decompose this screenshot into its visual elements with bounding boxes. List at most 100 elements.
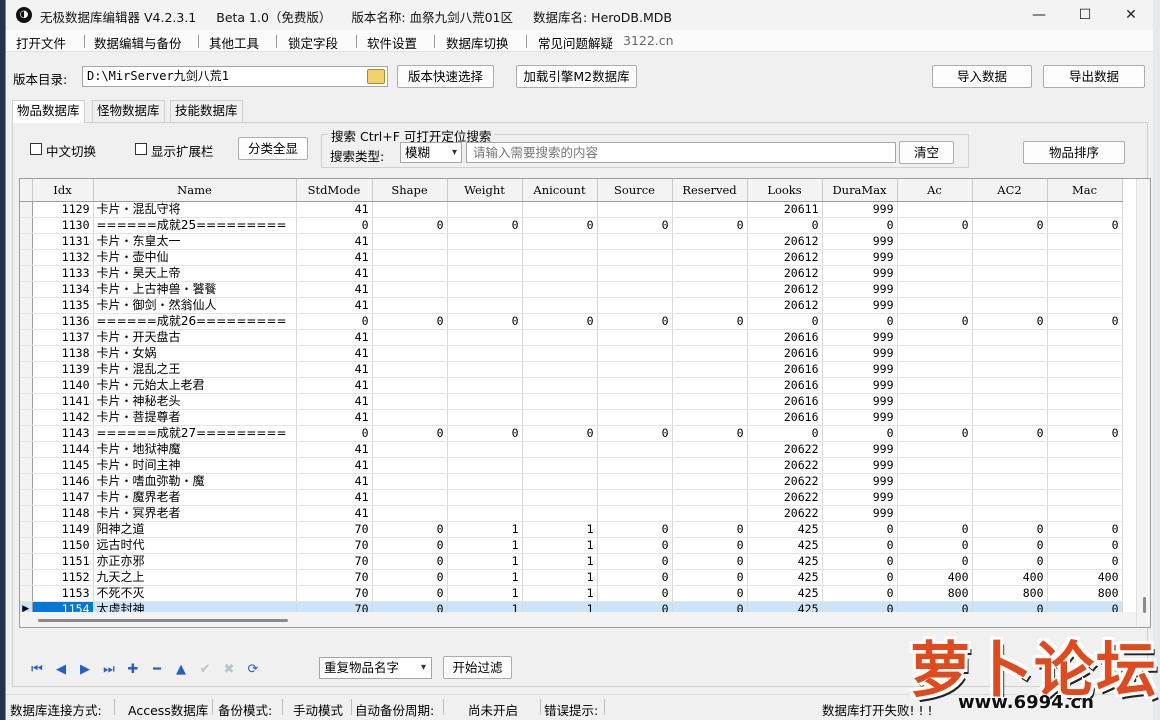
table-cell[interactable] — [522, 441, 598, 458]
table-row[interactable]: 1149 阳神之道 70 0 1 1 0 0 425 0 0 0 0 — [20, 521, 1123, 538]
row-indicator[interactable] — [20, 361, 33, 378]
table-cell[interactable] — [372, 489, 448, 506]
table-cell[interactable]: 0 — [822, 585, 898, 602]
table-row[interactable]: 1131 卡片・东皇太一 41 20612 999 — [20, 233, 1123, 250]
table-cell[interactable] — [972, 473, 1048, 490]
import-button[interactable]: 导入数据 — [932, 65, 1032, 88]
table-cell[interactable]: 0 — [747, 425, 823, 442]
table-cell[interactable]: 999 — [822, 409, 898, 426]
table-cell[interactable] — [597, 201, 673, 218]
table-cell[interactable]: 0 — [672, 217, 748, 234]
table-cell[interactable]: 1140 — [32, 377, 94, 394]
table-cell[interactable]: 卡片・神秘老头 — [93, 393, 297, 410]
table-cell[interactable]: 卡片・时间主神 — [93, 457, 297, 474]
table-cell[interactable]: 1143 — [32, 425, 94, 442]
table-row[interactable]: 1148 卡片・冥界老者 41 20622 999 — [20, 505, 1123, 522]
table-cell[interactable] — [597, 457, 673, 474]
table-cell[interactable] — [1047, 361, 1123, 378]
table-cell[interactable] — [972, 409, 1048, 426]
table-cell[interactable] — [897, 505, 973, 522]
table-cell[interactable] — [1047, 473, 1123, 490]
table-cell[interactable] — [972, 201, 1048, 218]
table-cell[interactable]: 20612 — [747, 233, 823, 250]
table-cell[interactable] — [447, 329, 523, 346]
row-indicator[interactable] — [20, 537, 33, 554]
table-cell[interactable]: 41 — [296, 505, 373, 522]
table-cell[interactable] — [972, 393, 1048, 410]
table-cell[interactable]: 41 — [296, 201, 373, 218]
table-cell[interactable] — [597, 281, 673, 298]
row-indicator[interactable] — [20, 585, 33, 602]
table-cell[interactable]: 20622 — [747, 473, 823, 490]
table-cell[interactable] — [372, 329, 448, 346]
table-cell[interactable]: 1152 — [32, 569, 94, 586]
table-cell[interactable]: 999 — [822, 297, 898, 314]
column-header[interactable]: Ac — [897, 179, 973, 202]
table-cell[interactable]: 0 — [597, 521, 673, 538]
table-cell[interactable] — [897, 377, 973, 394]
table-cell[interactable]: 999 — [822, 377, 898, 394]
table-cell[interactable]: 卡片・御剑・然翁仙人 — [93, 297, 297, 314]
table-cell[interactable] — [897, 201, 973, 218]
table-cell[interactable] — [372, 473, 448, 490]
table-cell[interactable]: 20612 — [747, 265, 823, 282]
table-cell[interactable] — [522, 201, 598, 218]
table-cell[interactable]: 0 — [672, 537, 748, 554]
table-row[interactable]: 1140 卡片・元始太上老君 41 20616 999 — [20, 377, 1123, 394]
table-cell[interactable]: 41 — [296, 297, 373, 314]
table-cell[interactable]: 0 — [672, 569, 748, 586]
table-cell[interactable]: 999 — [822, 345, 898, 362]
table-cell[interactable] — [372, 393, 448, 410]
table-cell[interactable] — [672, 489, 748, 506]
table-cell[interactable]: 20616 — [747, 393, 823, 410]
dir-input[interactable]: D:\MirServer九剑八荒1 — [82, 66, 388, 87]
table-cell[interactable]: 1131 — [32, 233, 94, 250]
table-cell[interactable] — [1047, 265, 1123, 282]
table-cell[interactable] — [897, 393, 973, 410]
table-cell[interactable]: ======成就26========= — [93, 313, 297, 330]
table-cell[interactable] — [447, 457, 523, 474]
table-cell[interactable] — [1047, 281, 1123, 298]
table-cell[interactable]: 999 — [822, 393, 898, 410]
row-indicator[interactable] — [20, 521, 33, 538]
table-cell[interactable]: 1136 — [32, 313, 94, 330]
table-cell[interactable]: 1145 — [32, 457, 94, 474]
table-cell[interactable]: 0 — [822, 521, 898, 538]
menu-db-switch[interactable]: 数据库切换 — [446, 33, 509, 52]
table-cell[interactable] — [1047, 457, 1123, 474]
table-cell[interactable]: 0 — [372, 313, 448, 330]
table-cell[interactable] — [522, 393, 598, 410]
table-cell[interactable]: 1147 — [32, 489, 94, 506]
menu-site-link[interactable]: 3122.cn — [623, 33, 674, 48]
menu-settings[interactable]: 软件设置 — [367, 33, 417, 52]
table-cell[interactable]: 0 — [597, 217, 673, 234]
table-cell[interactable]: 0 — [972, 217, 1048, 234]
table-row[interactable]: 1132 卡片・壶中仙 41 20612 999 — [20, 249, 1123, 266]
table-cell[interactable] — [897, 249, 973, 266]
table-row[interactable]: 1141 卡片・神秘老头 41 20616 999 — [20, 393, 1123, 410]
table-cell[interactable]: 1150 — [32, 537, 94, 554]
prior-icon[interactable]: ◀ — [52, 661, 70, 679]
refresh-icon[interactable]: ⟳ — [244, 661, 262, 679]
table-cell[interactable] — [672, 297, 748, 314]
table-cell[interactable]: 阳神之道 — [93, 521, 297, 538]
last-icon[interactable]: ⏭ — [100, 661, 118, 679]
close-button[interactable]: ✕ — [1108, 0, 1153, 30]
table-cell[interactable]: 卡片・冥界老者 — [93, 505, 297, 522]
table-cell[interactable]: 1 — [522, 553, 598, 570]
table-cell[interactable]: 0 — [1047, 217, 1123, 234]
table-cell[interactable] — [597, 441, 673, 458]
table-cell[interactable]: 0 — [372, 217, 448, 234]
tab-items[interactable]: 物品数据库 — [12, 100, 85, 123]
table-cell[interactable]: 卡片・女娲 — [93, 345, 297, 362]
table-cell[interactable] — [972, 345, 1048, 362]
table-cell[interactable] — [522, 233, 598, 250]
column-header[interactable]: Mac — [1047, 179, 1123, 202]
table-cell[interactable]: 41 — [296, 409, 373, 426]
column-header[interactable]: Reserved — [672, 179, 748, 202]
table-cell[interactable]: 800 — [1047, 585, 1123, 602]
table-cell[interactable] — [372, 249, 448, 266]
table-cell[interactable]: 20616 — [747, 377, 823, 394]
table-cell[interactable] — [447, 345, 523, 362]
table-cell[interactable] — [672, 329, 748, 346]
